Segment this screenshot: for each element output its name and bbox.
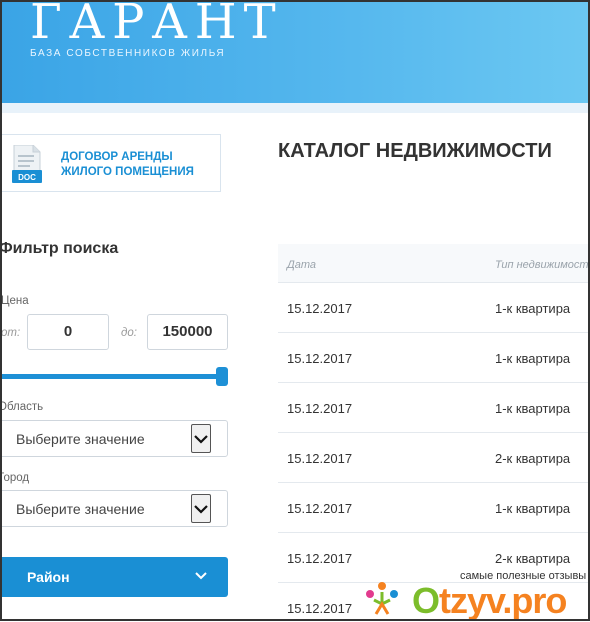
site-logo[interactable]: ГАРАНТ <box>30 0 283 50</box>
table-row[interactable]: 15.12.2017 1-к квартира <box>278 382 590 432</box>
cell-property-type: 2-к квартира <box>495 451 571 466</box>
cell-property-type: 2-к квартира <box>495 551 571 566</box>
chevron-down-icon[interactable] <box>191 494 211 523</box>
doc-icon-label: DOC <box>18 173 36 182</box>
rental-contract-link[interactable]: DOC ДОГОВОР АРЕНДЫ ЖИЛОГО ПОМЕЩЕНИЯ <box>0 134 221 192</box>
city-label: Город <box>0 472 30 484</box>
price-slider-handle[interactable] <box>216 367 228 386</box>
cell-date: 15.12.2017 <box>287 601 353 616</box>
people-logo-icon <box>366 582 398 615</box>
doc-file-icon: DOC <box>12 145 42 183</box>
cell-date: 15.12.2017 <box>287 401 353 416</box>
table-row[interactable]: 15.12.2017 1-к квартира <box>278 282 590 332</box>
price-slider-track[interactable] <box>0 374 222 379</box>
price-to-input[interactable]: 150000 <box>147 314 228 350</box>
catalog-table: Дата Тип недвижимости 15.12.2017 1-к квар… <box>278 244 590 621</box>
doc-card-text[interactable]: ДОГОВОР АРЕНДЫ ЖИЛОГО ПОМЕЩЕНИЯ <box>61 150 211 180</box>
site-header: ГАРАНТ БАЗА СОБСТВЕННИКОВ ЖИЛЬЯ <box>0 0 590 103</box>
watermark-logo-text: Otzyv.pro <box>412 580 567 621</box>
column-header-type[interactable]: Тип недвижимости <box>495 259 590 271</box>
cell-date: 15.12.2017 <box>287 351 353 366</box>
site-tagline: БАЗА СОБСТВЕННИКОВ ЖИЛЬЯ <box>30 48 226 59</box>
cell-property-type: 1-к квартира <box>495 501 571 516</box>
city-select-value: Выберите значение <box>16 501 145 517</box>
header-divider <box>0 103 590 113</box>
filter-title: Фильтр поиска <box>0 240 119 257</box>
price-label: Цена <box>1 295 29 307</box>
column-header-date[interactable]: Дата <box>287 259 316 271</box>
chevron-down-icon[interactable] <box>191 424 211 453</box>
region-select[interactable]: Выберите значение <box>0 420 228 457</box>
table-row[interactable]: 15.12.2017 2-к квартира <box>278 432 590 482</box>
price-to-label: до: <box>121 327 137 339</box>
cell-property-type: 1-к квартира <box>495 351 571 366</box>
chevron-down-icon <box>195 572 207 580</box>
region-label: Область <box>0 401 44 413</box>
price-from-input[interactable]: 0 <box>27 314 109 350</box>
region-select-value: Выберите значение <box>16 431 145 447</box>
cell-date: 15.12.2017 <box>287 301 353 316</box>
cell-date: 15.12.2017 <box>287 501 353 516</box>
cell-property-type: 1-к квартира <box>495 401 571 416</box>
city-select[interactable]: Выберите значение <box>0 490 228 527</box>
district-dropdown-button[interactable]: Район <box>0 557 228 597</box>
table-row[interactable]: 15.12.2017 1-к квартира <box>278 332 590 382</box>
cell-date: 15.12.2017 <box>287 451 353 466</box>
otzyv-watermark: самые полезные отзывы Otzyv.pro <box>360 566 590 621</box>
catalog-title: КАТАЛОГ НЕДВИЖИМОСТИ <box>278 140 552 162</box>
district-button-label: Район <box>27 569 70 585</box>
cell-property-type: 1-к квартира <box>495 301 571 316</box>
cell-date: 15.12.2017 <box>287 551 353 566</box>
price-from-label: от: <box>1 327 21 339</box>
table-row[interactable]: 15.12.2017 1-к квартира <box>278 482 590 532</box>
